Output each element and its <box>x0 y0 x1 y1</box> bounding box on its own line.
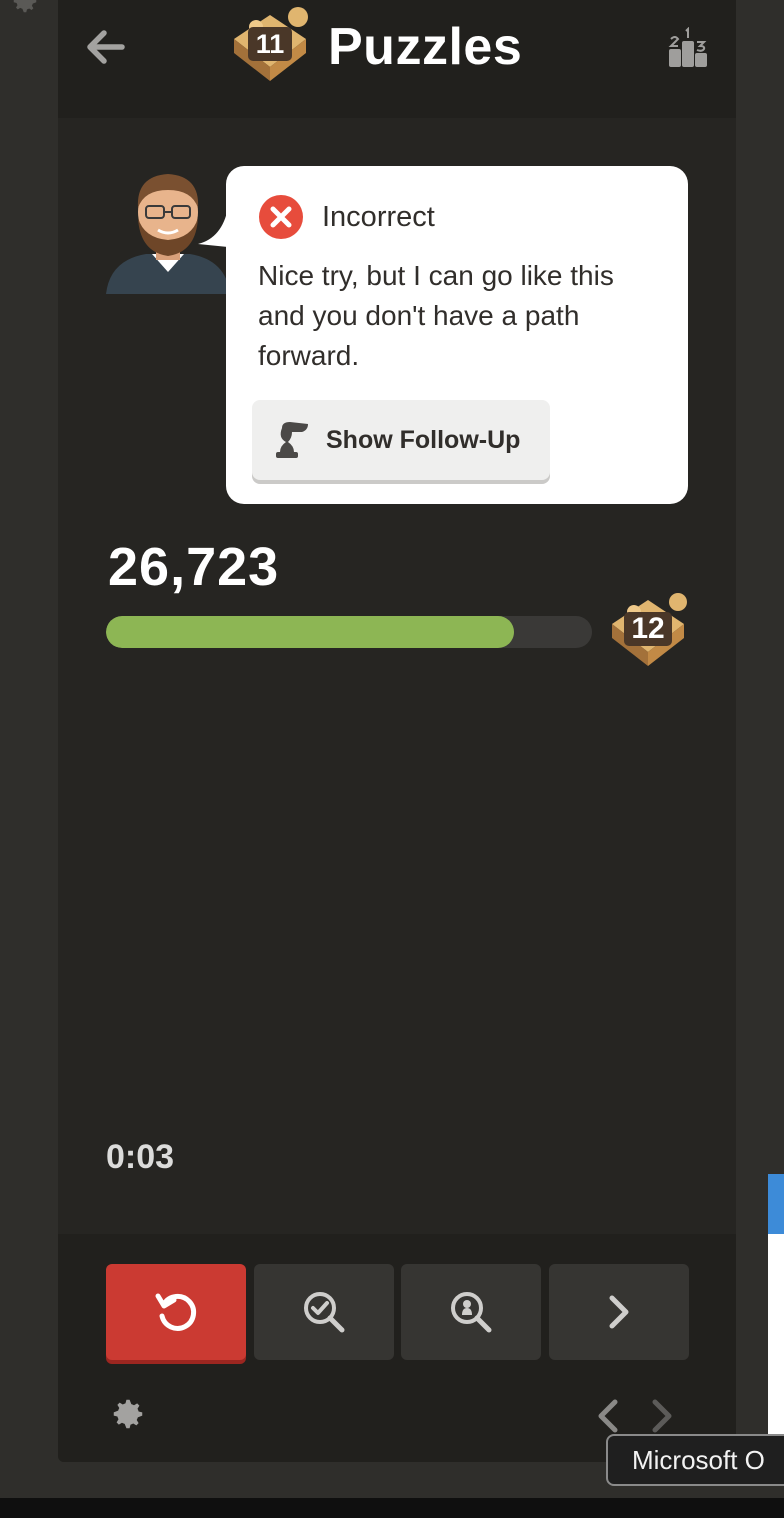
arrow-left-icon <box>87 30 125 64</box>
background-window-dark <box>768 0 784 1174</box>
settings-button[interactable] <box>106 1392 150 1436</box>
next-move-button[interactable] <box>644 1396 680 1436</box>
feedback-header: Incorrect <box>258 194 435 240</box>
solution-button[interactable] <box>401 1264 541 1360</box>
action-bar <box>58 1234 736 1462</box>
page-title-group: 11 Puzzles <box>226 0 522 94</box>
background-gear-icon <box>10 0 40 16</box>
feedback-message: Nice try, but I can go like this and you… <box>258 260 614 371</box>
back-button[interactable] <box>82 24 128 70</box>
puzzle-timer: 0:03 <box>106 1138 175 1176</box>
rating-progress-fill <box>106 616 515 648</box>
taskbar-tooltip: Microsoft O <box>606 1434 784 1486</box>
magnify-check-icon <box>304 1292 345 1333</box>
background-window-accent <box>768 1174 784 1234</box>
x-circle-icon <box>259 195 303 239</box>
page-title: Puzzles <box>328 18 523 76</box>
next-level-number: 12 <box>631 612 665 645</box>
retry-icon <box>155 1293 197 1331</box>
puzzle-panel: 11 Puzzles Incorrect Nice try, but I can… <box>58 0 736 1462</box>
feedback-status: Incorrect <box>322 200 435 233</box>
background-window-edge <box>768 0 784 1470</box>
podium-icon <box>668 27 707 67</box>
magnify-piece-icon <box>451 1292 492 1333</box>
rating-progress-bar <box>106 616 592 648</box>
next-puzzle-button[interactable] <box>549 1264 689 1360</box>
app-root: 11 Puzzles Incorrect Nice try, but I can… <box>0 0 784 1518</box>
feedback-bubble: Incorrect Nice try, but I can go like th… <box>226 166 688 504</box>
panel-header: 11 Puzzles <box>58 0 736 118</box>
next-level-badge: 12 <box>604 590 692 674</box>
puzzle-level-badge: 11 <box>226 5 314 89</box>
show-follow-up-button[interactable]: Show Follow-Up <box>252 400 550 480</box>
puzzle-rating: 26,723 <box>108 537 280 597</box>
leaderboard-button[interactable] <box>662 22 714 74</box>
chevron-right-icon <box>652 1399 672 1433</box>
chess-piece-icon <box>276 422 308 458</box>
chevron-left-icon <box>598 1399 618 1433</box>
retry-button[interactable] <box>106 1264 246 1360</box>
previous-move-button[interactable] <box>590 1396 626 1436</box>
taskbar-strip <box>0 1498 784 1518</box>
chevron-right-icon <box>609 1295 629 1329</box>
current-level-number: 11 <box>255 29 285 59</box>
gear-icon <box>113 1399 143 1429</box>
hint-button[interactable] <box>254 1264 394 1360</box>
show-follow-up-label: Show Follow-Up <box>326 425 521 454</box>
